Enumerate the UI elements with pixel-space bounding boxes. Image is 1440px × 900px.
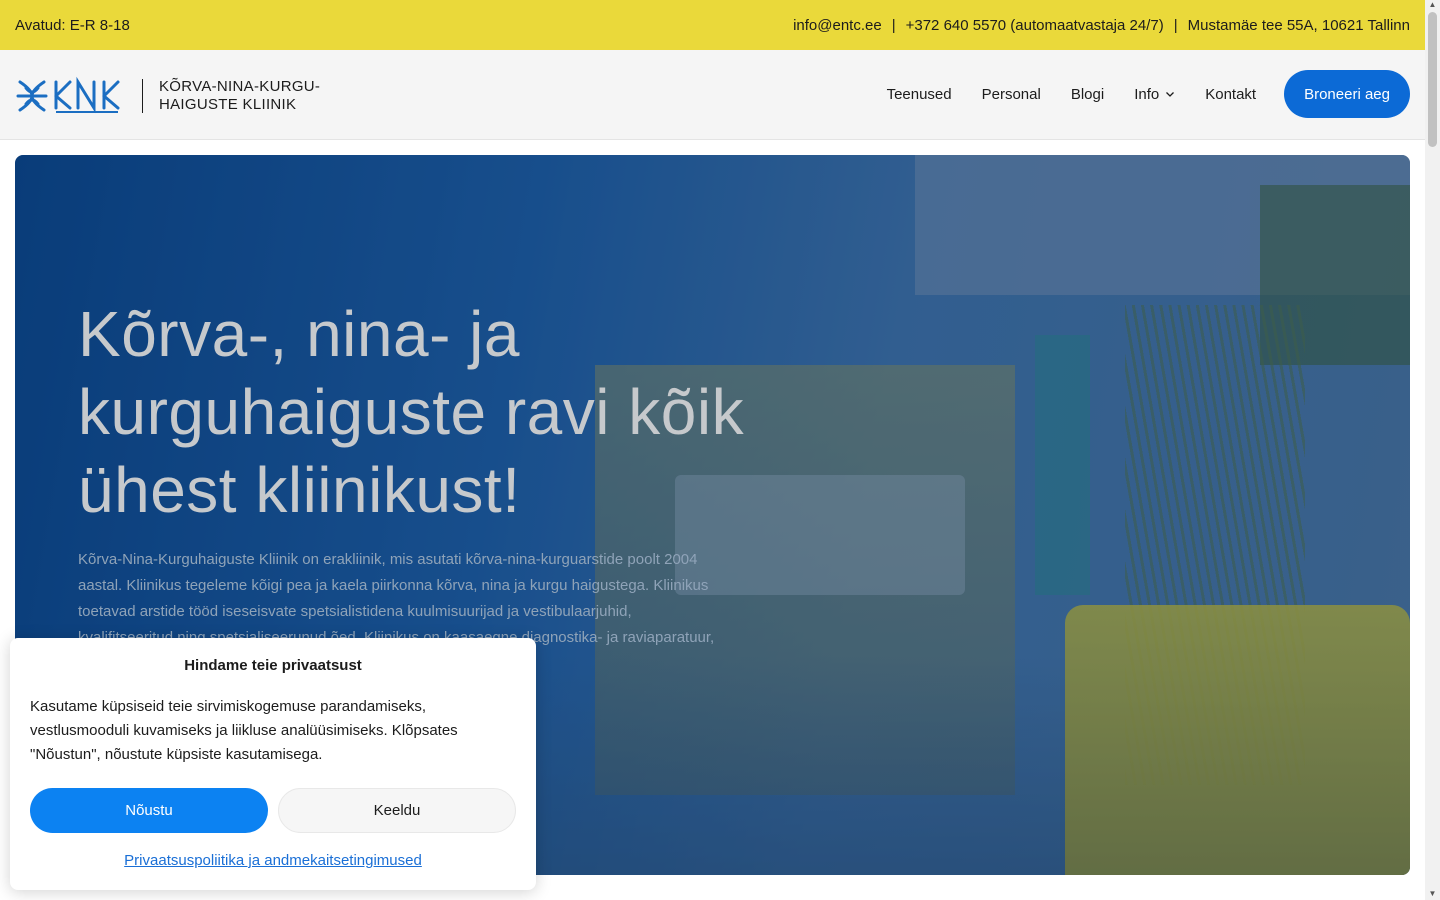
top-info-bar: Avatud: E-R 8-18 info@entc.ee | +372 640…	[0, 0, 1425, 50]
address-text: Mustamäe tee 55A, 10621 Tallinn	[1187, 16, 1410, 34]
cookie-consent-dialog: Hindame teie privaatsust Kasutame küpsis…	[10, 638, 536, 890]
logo-divider	[142, 79, 143, 113]
scrollbar-thumb[interactable]	[1428, 12, 1437, 147]
separator: |	[1173, 16, 1178, 34]
site-logo[interactable]: KÕRVA-NINA-KURGU- HAIGUSTE KLIINIK	[16, 76, 320, 116]
scroll-up-icon[interactable]: ▲	[1428, 0, 1437, 9]
logo-text-line1: KÕRVA-NINA-KURGU-	[159, 78, 321, 95]
nav-item-info-label: Info	[1134, 85, 1160, 103]
nav-item-info[interactable]: Info	[1134, 86, 1175, 103]
hero-heading: Kõrva-, nina- ja kurguhaiguste ravi kõik…	[78, 298, 745, 526]
cookie-body: Kasutame küpsiseid teie sirvimiskogemuse…	[30, 698, 458, 763]
deny-cookies-button[interactable]: Keeldu	[278, 788, 516, 833]
separator: |	[891, 16, 896, 34]
privacy-policy-link[interactable]: Privaatsuspoliitika ja andmekaitsetingim…	[10, 852, 536, 869]
nav-item-teenused[interactable]: Teenused	[887, 86, 952, 103]
cookie-title: Hindame teie privaatsust	[184, 657, 362, 674]
contact-info: info@entc.ee | +372 640 5570 (automaatva…	[793, 17, 1410, 34]
accept-cookies-button[interactable]: Nõustu	[30, 788, 268, 833]
chevron-down-icon	[1166, 92, 1175, 97]
logo-text: KÕRVA-NINA-KURGU- HAIGUSTE KLIINIK	[159, 78, 320, 114]
nav-item-blogi[interactable]: Blogi	[1071, 86, 1104, 103]
main-navigation: Teenused Personal Blogi Info Kontakt Bro…	[857, 70, 1410, 118]
site-header: KÕRVA-NINA-KURGU- HAIGUSTE KLIINIK Teenu…	[0, 50, 1425, 140]
email-link[interactable]: info@entc.ee	[793, 17, 882, 34]
phone-link[interactable]: +372 640 5570 (automaatvastaja 24/7)	[906, 17, 1164, 34]
opening-hours: Avatud: E-R 8-18	[15, 16, 130, 34]
page-scrollbar[interactable]: ▲ ▼	[1425, 0, 1440, 900]
nav-item-kontakt[interactable]: Kontakt	[1205, 86, 1256, 103]
logo-text-line2: HAIGUSTE KLIINIK	[159, 96, 297, 113]
knk-logo-icon	[16, 76, 120, 114]
scroll-down-icon[interactable]: ▼	[1428, 889, 1437, 898]
book-appointment-button[interactable]: Broneeri aeg	[1284, 70, 1410, 118]
nav-item-personal[interactable]: Personal	[982, 86, 1041, 103]
